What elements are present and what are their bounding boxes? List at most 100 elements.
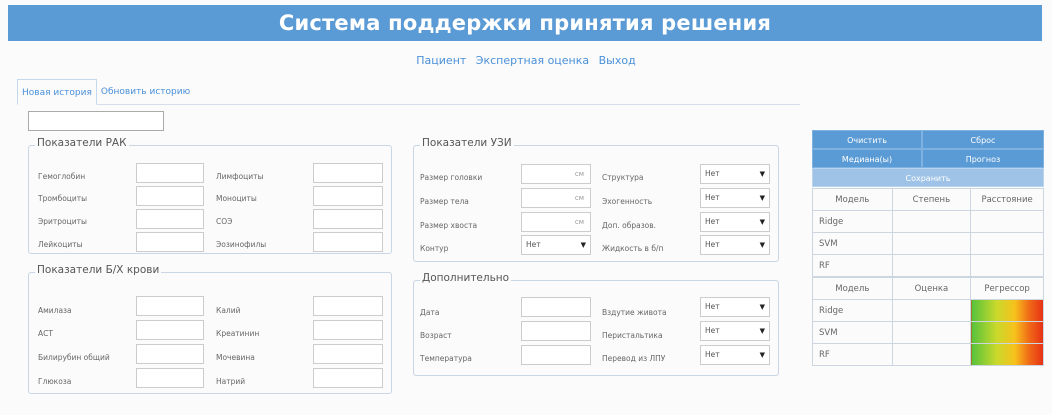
model-name-cell: SVM xyxy=(812,232,893,255)
rak-label-leukocytes: Лейкоциты xyxy=(38,240,83,249)
blood-label-creatinine: Креатинин xyxy=(216,329,260,338)
extra-label-temperature: Температура xyxy=(420,354,472,363)
rak-label-hemoglobin: Гемоглобин xyxy=(38,172,86,181)
blood-input-amylase[interactable] xyxy=(136,296,204,316)
uzi-select-fluid[interactable]: Нет ▼ xyxy=(700,235,770,255)
regressor-gradient-bar xyxy=(970,321,1044,344)
model-score-table: Модель Оценка Регрессор Ridge SVM RF xyxy=(812,277,1044,366)
uzi-label-fluid: Жидкость в б/п xyxy=(602,244,664,253)
blood-input-sodium[interactable] xyxy=(313,368,383,388)
rak-label-platelets: Тромбоциты xyxy=(38,194,88,203)
blood-input-potassium[interactable] xyxy=(313,296,383,316)
uzi-select-contour-value: Нет xyxy=(526,240,541,249)
reset-button[interactable]: Сброс xyxy=(922,130,1044,149)
rak-group: Показатели РАК Гемоглобин Тромбоциты Эри… xyxy=(28,137,392,254)
rak-input-monocytes[interactable] xyxy=(313,186,383,206)
rak-label-eosinophils: Эозинофилы xyxy=(216,240,267,249)
forecast-button[interactable]: Прогноз xyxy=(922,149,1044,168)
chevron-down-icon: ▼ xyxy=(759,194,765,202)
model-name-cell: SVM xyxy=(812,321,893,344)
uzi-label-tail-size: Размер хвоста xyxy=(420,221,478,230)
extra-label-peristalsis: Перистальтика xyxy=(602,331,663,340)
blood-input-bilirubin[interactable] xyxy=(136,344,204,364)
table-header-cell: Оценка xyxy=(891,277,972,300)
chevron-down-icon: ▼ xyxy=(759,218,765,226)
chevron-down-icon: ▼ xyxy=(759,303,765,311)
uzi-input-tail-size[interactable]: см xyxy=(521,212,591,232)
extra-select-peristalsis[interactable]: Нет ▼ xyxy=(700,321,770,341)
history-id-input[interactable] xyxy=(28,111,164,131)
app-window: Система поддержки принятия решения Пацие… xyxy=(0,0,1052,415)
tab-divider xyxy=(17,104,800,105)
history-tabs: Новая история Обновить историю xyxy=(17,79,194,105)
rak-input-eosinophils[interactable] xyxy=(313,232,383,252)
uzi-input-body-size[interactable]: см xyxy=(521,188,591,208)
blood-input-ast[interactable] xyxy=(136,320,204,340)
uzi-label-body-size: Размер тела xyxy=(420,197,469,206)
uzi-select-add-formations[interactable]: Нет ▼ xyxy=(700,212,770,232)
score-cell xyxy=(891,343,972,366)
blood-input-glucose[interactable] xyxy=(136,368,204,388)
table-row: RF xyxy=(812,343,1044,366)
extra-input-date[interactable] xyxy=(521,297,591,317)
rak-label-lymphocytes: Лимфоциты xyxy=(216,172,264,181)
rak-input-hemoglobin[interactable] xyxy=(136,163,204,183)
extra-select-peristalsis-value: Нет xyxy=(705,326,720,335)
table-row: RF xyxy=(812,254,1044,277)
median-button[interactable]: Медиана(ы) xyxy=(812,149,922,168)
additional-legend: Дополнительно xyxy=(420,272,512,284)
blood-label-sodium: Натрий xyxy=(216,377,246,386)
extra-label-date: Дата xyxy=(420,308,440,317)
uzi-select-echogenicity-value: Нет xyxy=(705,193,720,202)
uzi-label-echogenicity: Эхогенность xyxy=(602,197,653,206)
uzi-select-contour[interactable]: Нет ▼ xyxy=(521,235,591,255)
clear-button[interactable]: Очистить xyxy=(812,130,922,149)
tab-update-history[interactable]: Обновить историю xyxy=(97,79,194,105)
model-name-cell: RF xyxy=(812,343,893,366)
uzi-label-add-formations: Доп. образов. xyxy=(602,221,657,230)
rak-input-esr[interactable] xyxy=(313,209,383,229)
blood-input-urea[interactable] xyxy=(313,344,383,364)
uzi-select-echogenicity[interactable]: Нет ▼ xyxy=(700,188,770,208)
uzi-unit-body: см xyxy=(574,194,584,202)
rak-input-erythrocytes[interactable] xyxy=(136,209,204,229)
table-header-cell: Степень xyxy=(891,188,972,211)
table-header-row: Модель Оценка Регрессор xyxy=(812,277,1044,300)
chevron-down-icon: ▼ xyxy=(759,170,765,178)
uzi-label-head-size: Размер головки xyxy=(420,173,483,182)
extra-select-bloating-value: Нет xyxy=(705,302,720,311)
nav-link-expert-assessment[interactable]: Экспертная оценка xyxy=(476,54,589,67)
model-name-cell: RF xyxy=(812,254,893,277)
degree-cell xyxy=(891,232,972,255)
extra-select-bloating[interactable]: Нет ▼ xyxy=(700,297,770,317)
regressor-gradient-bar xyxy=(970,343,1044,366)
tab-new-history[interactable]: Новая история xyxy=(17,79,97,105)
save-button[interactable]: Сохранить xyxy=(812,168,1044,187)
extra-select-transfer-value: Нет xyxy=(705,350,720,359)
uzi-select-structure[interactable]: Нет ▼ xyxy=(700,164,770,184)
nav-link-logout[interactable]: Выход xyxy=(599,54,636,67)
uzi-select-add-formations-value: Нет xyxy=(705,217,720,226)
rak-input-platelets[interactable] xyxy=(136,186,204,206)
model-distance-table: Модель Степень Расстояние Ridge SVM RF xyxy=(812,188,1044,277)
extra-input-age[interactable] xyxy=(521,321,591,341)
extra-label-age: Возраст xyxy=(420,331,452,340)
uzi-select-structure-value: Нет xyxy=(705,169,720,178)
chevron-down-icon: ▼ xyxy=(759,241,765,249)
nav-link-patient[interactable]: Пациент xyxy=(416,54,466,67)
blood-input-creatinine[interactable] xyxy=(313,320,383,340)
rak-input-lymphocytes[interactable] xyxy=(313,163,383,183)
uzi-unit-head: см xyxy=(574,170,584,178)
degree-cell xyxy=(891,210,972,233)
uzi-input-head-size[interactable]: см xyxy=(521,164,591,184)
extra-select-transfer[interactable]: Нет ▼ xyxy=(700,345,770,365)
distance-cell xyxy=(970,254,1044,277)
model-name-cell: Ridge xyxy=(812,210,893,233)
ultrasound-legend: Показатели УЗИ xyxy=(420,137,514,149)
extra-label-transfer: Перевод из ЛПУ xyxy=(602,354,666,363)
extra-input-temperature[interactable] xyxy=(521,345,591,365)
rak-input-leukocytes[interactable] xyxy=(136,232,204,252)
top-navigation: Пациент Экспертная оценка Выход xyxy=(0,54,1052,67)
table-header-row: Модель Степень Расстояние xyxy=(812,188,1044,211)
table-row: SVM xyxy=(812,321,1044,344)
